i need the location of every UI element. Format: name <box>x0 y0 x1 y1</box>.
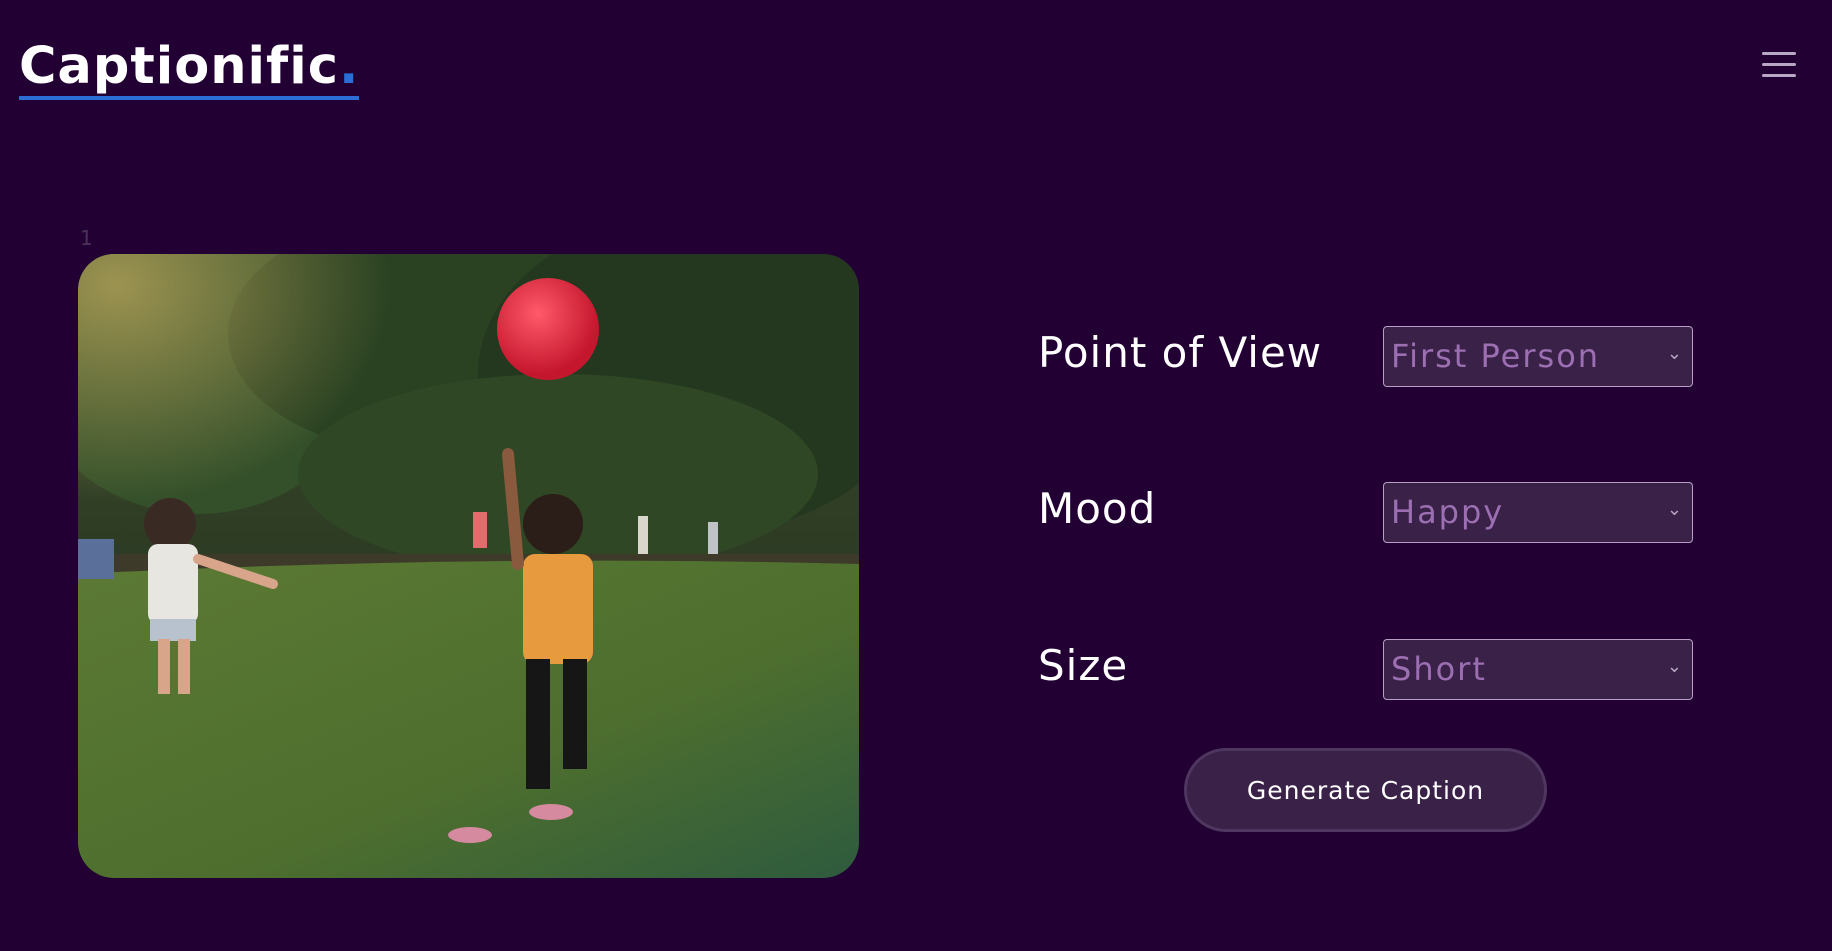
chevron-down-icon: ⌄ <box>1666 656 1682 677</box>
mood-select[interactable]: Happy ⌄ <box>1383 482 1693 543</box>
logo-text: Captionific <box>19 37 339 96</box>
point-of-view-value: First Person <box>1391 337 1601 375</box>
logo-dot: . <box>338 37 360 96</box>
logo-link[interactable]: Captionific. <box>19 37 360 100</box>
size-label: Size <box>1038 641 1129 690</box>
chevron-down-icon: ⌄ <box>1666 343 1682 364</box>
hamburger-menu-icon[interactable] <box>1762 50 1796 80</box>
mood-label: Mood <box>1038 484 1157 533</box>
mood-value: Happy <box>1391 493 1505 531</box>
generate-caption-button[interactable]: Generate Caption <box>1184 748 1547 832</box>
size-select[interactable]: Short ⌄ <box>1383 639 1693 700</box>
size-value: Short <box>1391 650 1487 688</box>
point-of-view-select[interactable]: First Person ⌄ <box>1383 326 1693 387</box>
uploaded-photo <box>78 254 859 878</box>
slide-index: 1 <box>80 226 93 250</box>
point-of-view-label: Point of View <box>1038 328 1323 377</box>
chevron-down-icon: ⌄ <box>1666 499 1682 520</box>
